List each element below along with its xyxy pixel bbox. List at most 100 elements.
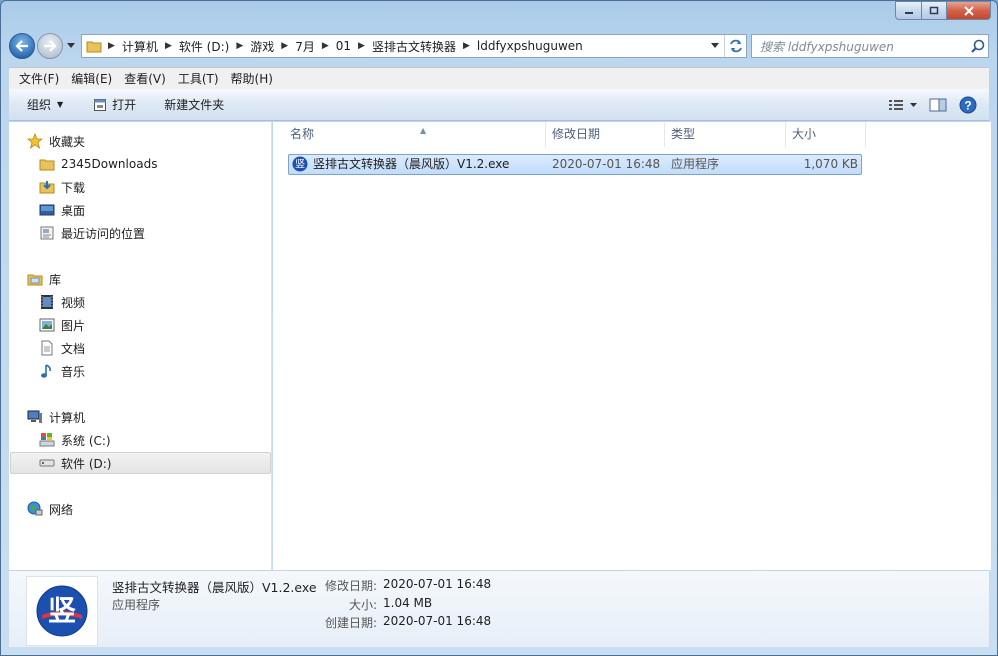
breadcrumb-computer[interactable]: 计算机 xyxy=(117,35,163,57)
preview-pane-button[interactable] xyxy=(923,93,953,117)
nav-item-label: 视频 xyxy=(61,295,86,310)
organize-button[interactable]: 组织 ▼ xyxy=(19,93,71,117)
refresh-button[interactable] xyxy=(724,35,746,57)
open-label: 打开 xyxy=(112,98,137,112)
file-modified: 2020-07-01 16:48 xyxy=(552,157,661,171)
minimize-button[interactable] xyxy=(895,1,921,20)
nav-item-label: 2345Downloads xyxy=(61,157,158,171)
nav-item-label: 软件 (D:) xyxy=(61,456,112,471)
breadcrumb-separator[interactable]: ▶ xyxy=(106,41,117,51)
system-drive-icon xyxy=(39,432,55,448)
column-modified-label: 修改日期 xyxy=(552,127,601,141)
back-button[interactable] xyxy=(9,33,35,59)
help-icon: ? xyxy=(959,96,977,113)
details-pane: 竖 竖排古文转换器（晨风版）V1.2.exe 应用程序 修改日期: 2020-0… xyxy=(9,570,989,649)
column-type[interactable]: 类型 xyxy=(665,122,786,147)
nav-documents[interactable]: 文档 xyxy=(39,337,271,359)
computer-icon xyxy=(27,409,43,425)
file-list[interactable]: 名称 ▲ 修改日期 类型 大小 竖 竖排古文转换器（晨风版）V1.2.exe 2… xyxy=(273,122,991,570)
nav-pictures[interactable]: 图片 xyxy=(39,314,271,336)
nav-item-label: 文档 xyxy=(61,341,86,356)
nav-item-label: 系统 (C:) xyxy=(61,433,111,448)
search-input[interactable]: 搜索 lddfyxpshuguwen xyxy=(751,34,989,58)
app-icon: 竖 xyxy=(292,156,308,172)
open-icon xyxy=(93,98,107,112)
nav-network-label: 网络 xyxy=(49,502,74,517)
window-frame-bottom xyxy=(1,647,997,655)
close-button[interactable] xyxy=(947,1,991,20)
music-icon xyxy=(39,363,55,379)
address-bar[interactable]: ▶ 计算机 ▶ 软件 (D:) ▶ 游戏 ▶ 7月 ▶ 01 ▶ 竖排古文转换器… xyxy=(81,34,747,58)
breadcrumb-converter[interactable]: 竖排古文转换器 xyxy=(367,35,461,57)
menu-help[interactable]: 帮助(H) xyxy=(225,69,279,89)
nav-network[interactable]: 网络 xyxy=(27,498,267,520)
nav-videos[interactable]: 视频 xyxy=(39,291,271,313)
library-icon xyxy=(27,271,43,287)
organize-label: 组织 xyxy=(27,98,52,112)
change-view-button[interactable] xyxy=(883,93,923,117)
search-icon[interactable] xyxy=(968,36,988,56)
recent-places-icon xyxy=(39,225,55,241)
file-size: 1,070 KB xyxy=(803,157,858,171)
svg-text:?: ? xyxy=(964,98,971,112)
arrow-right-icon xyxy=(44,40,57,52)
nav-libraries[interactable]: 库 xyxy=(27,268,267,290)
pictures-icon xyxy=(39,317,55,333)
arrow-left-icon xyxy=(15,40,28,52)
breadcrumb-games[interactable]: 游戏 xyxy=(245,35,279,57)
forward-button[interactable] xyxy=(37,33,63,59)
nav-2345downloads[interactable]: 2345Downloads xyxy=(39,153,271,175)
open-button[interactable]: 打开 xyxy=(85,93,144,117)
refresh-icon xyxy=(729,39,742,53)
column-name[interactable]: 名称 ▲ xyxy=(284,122,546,147)
nav-drive-d[interactable]: 软件 (D:) xyxy=(10,452,271,474)
breadcrumb-separator[interactable]: ▶ xyxy=(163,41,174,51)
menu-file[interactable]: 文件(F) xyxy=(13,69,65,89)
breadcrumb-separator[interactable]: ▶ xyxy=(234,41,245,51)
maximize-button[interactable] xyxy=(921,1,947,20)
new-folder-button[interactable]: 新建文件夹 xyxy=(156,93,232,117)
caption-buttons xyxy=(895,1,991,20)
video-icon xyxy=(39,294,55,310)
menu-tools[interactable]: 工具(T) xyxy=(172,69,225,89)
breadcrumb-july[interactable]: 7月 xyxy=(290,35,320,57)
nav-item-label: 图片 xyxy=(61,318,86,333)
nav-downloads[interactable]: 下载 xyxy=(39,176,271,198)
breadcrumb-separator[interactable]: ▶ xyxy=(356,41,367,51)
file-row[interactable]: 竖 竖排古文转换器（晨风版）V1.2.exe 2020-07-01 16:48 … xyxy=(288,154,862,175)
menu-edit[interactable]: 编辑(E) xyxy=(65,69,118,89)
nav-computer[interactable]: 计算机 xyxy=(27,406,267,428)
nav-item-label: 音乐 xyxy=(61,364,86,379)
nav-drive-c[interactable]: 系统 (C:) xyxy=(39,429,271,451)
nav-favorites[interactable]: 收藏夹 xyxy=(27,130,267,152)
details-modified-label: 修改日期: xyxy=(324,579,377,593)
breadcrumb-drive-d[interactable]: 软件 (D:) xyxy=(174,35,234,57)
nav-music[interactable]: 音乐 xyxy=(39,360,271,382)
breadcrumb-separator[interactable]: ▶ xyxy=(320,41,331,51)
file-name: 竖排古文转换器（晨风版）V1.2.exe xyxy=(313,157,510,171)
column-size[interactable]: 大小 xyxy=(786,122,866,147)
nav-item-label: 最近访问的位置 xyxy=(61,226,146,241)
recent-pages-button[interactable] xyxy=(65,33,77,59)
explorer-window: ▶ 计算机 ▶ 软件 (D:) ▶ 游戏 ▶ 7月 ▶ 01 ▶ 竖排古文转换器… xyxy=(0,0,998,656)
view-details-icon xyxy=(889,99,917,110)
app-icon-glyph: 竖 xyxy=(295,159,305,171)
downloads-folder-icon xyxy=(39,179,55,195)
menu-view[interactable]: 查看(V) xyxy=(118,69,172,89)
breadcrumb-01[interactable]: 01 xyxy=(331,35,356,57)
details-created-value: 2020-07-01 16:48 xyxy=(383,614,492,628)
nav-desktop[interactable]: 桌面 xyxy=(39,199,271,221)
close-icon xyxy=(963,5,974,16)
details-modified-value: 2020-07-01 16:48 xyxy=(383,577,492,591)
help-button[interactable]: ? xyxy=(953,93,983,117)
command-bar: 组织 ▼ 打开 新建文件夹 ? xyxy=(9,89,989,121)
column-modified[interactable]: 修改日期 xyxy=(546,122,665,147)
nav-recent-places[interactable]: 最近访问的位置 xyxy=(39,222,271,244)
breadcrumb-separator[interactable]: ▶ xyxy=(461,41,472,51)
address-row: ▶ 计算机 ▶ 软件 (D:) ▶ 游戏 ▶ 7月 ▶ 01 ▶ 竖排古文转换器… xyxy=(9,33,989,59)
address-history-button[interactable] xyxy=(706,35,724,57)
nav-item-label: 下载 xyxy=(61,180,86,195)
maximize-icon xyxy=(929,6,939,14)
breadcrumb-current[interactable]: lddfyxpshuguwen xyxy=(472,35,588,57)
breadcrumb-separator[interactable]: ▶ xyxy=(279,41,290,51)
